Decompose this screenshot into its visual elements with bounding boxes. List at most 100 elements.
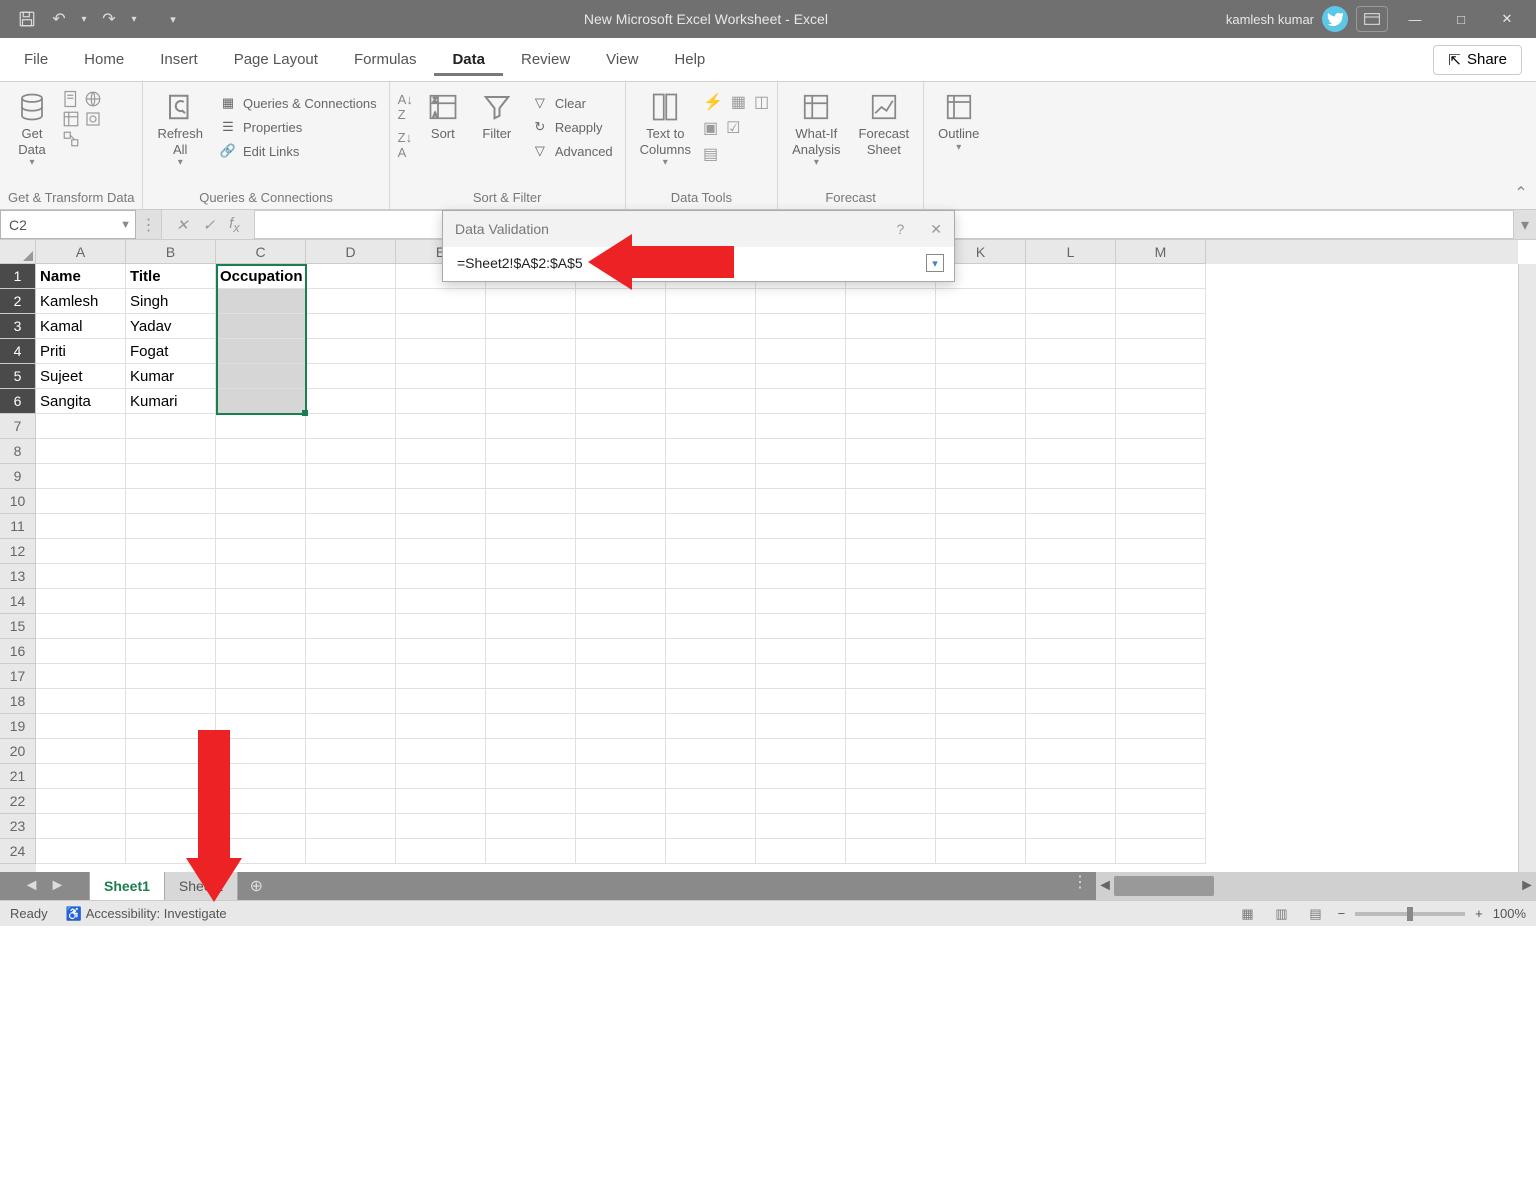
cell[interactable] [396, 389, 486, 414]
cell[interactable] [666, 339, 756, 364]
cell[interactable] [576, 539, 666, 564]
cell[interactable] [216, 614, 306, 639]
cell[interactable] [126, 439, 216, 464]
cell[interactable] [216, 514, 306, 539]
cell[interactable] [36, 439, 126, 464]
cell[interactable] [1116, 314, 1206, 339]
expand-formula-bar[interactable]: ▾ [1514, 210, 1536, 239]
cell[interactable] [216, 314, 306, 339]
cell[interactable] [396, 489, 486, 514]
name-box[interactable]: C2 ▼ [0, 210, 136, 239]
cell[interactable] [666, 289, 756, 314]
cell[interactable] [396, 464, 486, 489]
cell[interactable] [486, 764, 576, 789]
relationships-icon[interactable]: ◫ [754, 92, 769, 112]
cell[interactable] [36, 764, 126, 789]
cell[interactable] [576, 814, 666, 839]
enter-formula-button[interactable]: ✓ [203, 216, 216, 234]
dialog-help-icon[interactable]: ? [896, 221, 904, 238]
cell[interactable] [936, 464, 1026, 489]
cell[interactable] [216, 589, 306, 614]
properties-button[interactable]: ☰Properties [215, 116, 381, 138]
cell[interactable] [666, 814, 756, 839]
cell[interactable] [396, 564, 486, 589]
sheet-tab-sheet1[interactable]: Sheet1 [90, 872, 165, 900]
cell[interactable] [1026, 389, 1116, 414]
cell[interactable] [756, 539, 846, 564]
cell[interactable] [1116, 539, 1206, 564]
cell[interactable] [576, 464, 666, 489]
cell[interactable] [576, 764, 666, 789]
cell[interactable] [756, 364, 846, 389]
cell[interactable] [576, 564, 666, 589]
new-sheet-button[interactable]: ⊕ [238, 872, 274, 900]
cell[interactable] [756, 389, 846, 414]
close-button[interactable]: ✕ [1488, 4, 1526, 34]
cell[interactable] [306, 714, 396, 739]
row-header[interactable]: 20 [0, 739, 36, 764]
cell[interactable] [1026, 814, 1116, 839]
row-header[interactable]: 2 [0, 289, 36, 314]
cell[interactable] [1026, 839, 1116, 864]
row-header[interactable]: 23 [0, 814, 36, 839]
cell[interactable] [1026, 589, 1116, 614]
cell[interactable] [36, 414, 126, 439]
cell[interactable] [396, 739, 486, 764]
cell[interactable] [486, 689, 576, 714]
tab-home[interactable]: Home [66, 43, 142, 76]
cell[interactable] [486, 714, 576, 739]
cell[interactable] [756, 314, 846, 339]
cell[interactable] [756, 564, 846, 589]
cell[interactable] [576, 664, 666, 689]
text-to-columns-button[interactable]: Text to Columns ▾ [634, 86, 697, 173]
cell[interactable] [1116, 589, 1206, 614]
cancel-formula-button[interactable]: ✕ [176, 216, 189, 234]
cell[interactable] [126, 664, 216, 689]
row-header[interactable]: 21 [0, 764, 36, 789]
cell[interactable] [576, 389, 666, 414]
cell[interactable] [36, 739, 126, 764]
row-header[interactable]: 11 [0, 514, 36, 539]
cell[interactable] [756, 664, 846, 689]
cell[interactable] [936, 364, 1026, 389]
cell[interactable] [396, 314, 486, 339]
cell[interactable] [936, 289, 1026, 314]
cell[interactable] [486, 289, 576, 314]
cell[interactable] [306, 439, 396, 464]
cell[interactable] [936, 614, 1026, 639]
row-header[interactable]: 19 [0, 714, 36, 739]
cell[interactable] [1116, 414, 1206, 439]
redo-dropdown[interactable]: ▾ [128, 6, 140, 32]
cell[interactable] [486, 314, 576, 339]
cell[interactable] [306, 614, 396, 639]
cell[interactable]: Kamal [36, 314, 126, 339]
cell[interactable] [126, 539, 216, 564]
cell[interactable] [126, 514, 216, 539]
queries-connections-button[interactable]: ▦Queries & Connections [215, 92, 381, 114]
cell[interactable] [216, 339, 306, 364]
cell[interactable] [756, 714, 846, 739]
cell[interactable] [126, 489, 216, 514]
page-layout-view-button[interactable]: ▥ [1270, 904, 1294, 924]
forecast-sheet-button[interactable]: Forecast Sheet [853, 86, 916, 161]
cell[interactable] [666, 464, 756, 489]
cell[interactable] [936, 489, 1026, 514]
cell[interactable]: Kumar [126, 364, 216, 389]
row-header[interactable]: 18 [0, 689, 36, 714]
cell[interactable] [1026, 264, 1116, 289]
cell[interactable] [666, 639, 756, 664]
cell[interactable] [756, 589, 846, 614]
cell[interactable] [576, 789, 666, 814]
cell[interactable] [1026, 339, 1116, 364]
row-header[interactable]: 13 [0, 564, 36, 589]
cell[interactable] [126, 689, 216, 714]
cell[interactable] [486, 514, 576, 539]
cell[interactable] [396, 814, 486, 839]
cell[interactable] [306, 664, 396, 689]
column-header[interactable]: D [306, 240, 396, 264]
redo-button[interactable]: ↷ [96, 6, 122, 32]
row-header[interactable]: 5 [0, 364, 36, 389]
cell[interactable] [1026, 364, 1116, 389]
cell[interactable] [936, 814, 1026, 839]
cell[interactable] [846, 689, 936, 714]
